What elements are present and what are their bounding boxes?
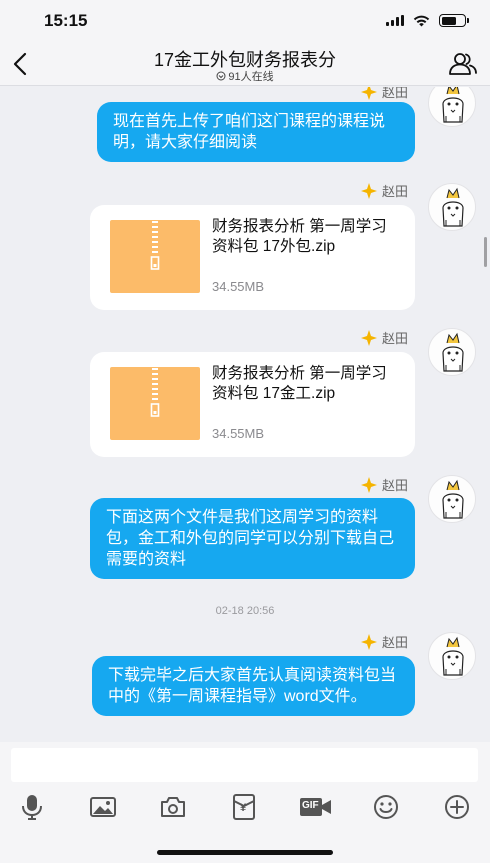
online-count: 91人在线 [0,68,490,84]
message-bubble[interactable]: 现在首先上传了咱们这门课程的课程说明，请大家仔细阅读 [97,102,415,162]
nav-bar: 17金工外包财务报表分 91人在线 [0,44,490,86]
online-count-text: 91人在线 [228,71,274,83]
zipper-icon [150,368,160,417]
sender: 赵田 [360,475,408,494]
file-message-bubble[interactable]: 财务报表分析 第一周学习资料包 17外包.zip 34.55MB [90,205,415,310]
file-size: 34.55MB [212,279,265,294]
more-button[interactable] [441,792,473,822]
crown-icon [360,182,377,199]
crown-icon [360,476,377,493]
avatar[interactable] [428,475,476,523]
sender: 赵田 [360,87,408,101]
message-bubble[interactable]: 下面这两个文件是我们这周学习的资料包，金工和外包的同学可以分别下载自己需要的资料 [90,498,415,579]
wifi-icon [413,15,430,26]
message-bubble[interactable]: 下载完毕之后大家首先认真阅读资料包当中的《第一周课程指导》word文件。 [92,656,415,716]
gif-button[interactable]: GIF [298,792,334,822]
sender-name: 赵田 [381,635,408,650]
avatar[interactable] [428,87,476,127]
zipper-icon [150,221,160,270]
zip-file-icon [110,220,200,293]
avatar[interactable] [428,328,476,376]
avatar[interactable] [428,632,476,680]
sender: 赵田 [360,328,408,347]
crown-icon [360,87,377,100]
message-input[interactable] [11,748,478,782]
image-icon [90,797,116,817]
camera-icon [161,797,185,817]
sender-name: 赵田 [381,478,408,493]
microphone-icon [22,795,42,820]
zip-file-icon [110,367,200,440]
file-name: 财务报表分析 第一周学习资料包 17金工.zip [212,365,387,402]
sender-name: 赵田 [381,87,408,100]
file-message-bubble[interactable]: 财务报表分析 第一周学习资料包 17金工.zip 34.55MB [90,352,415,457]
group-members-icon [449,53,477,75]
group-members-button[interactable] [446,48,480,80]
online-icon [216,71,226,81]
scrollbar[interactable] [484,237,487,267]
status-time: 15:15 [44,11,88,30]
gif-label: GIF [302,800,319,811]
battery-icon [439,14,469,27]
voice-button[interactable] [16,792,48,822]
image-button[interactable] [87,792,119,822]
input-area: ¥ GIF [0,742,490,863]
avatar-cartoon-icon [442,87,464,123]
crown-icon [360,633,377,650]
sender-name: 赵田 [381,184,408,199]
avatar-cartoon-icon [442,187,464,227]
red-packet-label: ¥ [240,802,247,814]
home-indicator[interactable] [157,850,333,855]
camera-button[interactable] [157,792,189,822]
avatar[interactable] [428,183,476,231]
plus-icon [445,795,469,819]
sender: 赵田 [360,632,408,651]
avatar-cartoon-icon [442,636,464,676]
timestamp: 02-18 20:56 [215,605,275,617]
emoji-icon [374,795,398,819]
sender: 赵田 [360,181,408,200]
file-name: 财务报表分析 第一周学习资料包 17外包.zip [212,218,387,255]
status-icons [386,14,469,27]
file-size: 34.55MB [212,426,265,441]
avatar-cartoon-icon [442,479,464,519]
avatar-cartoon-icon [442,332,464,372]
chat-message-list[interactable]: 赵田 现在首先上传了咱们这门课程的课程说明，请大家仔细阅读 赵田 财务报表分析 … [0,87,490,742]
red-packet-button[interactable]: ¥ [228,792,260,822]
crown-icon [360,329,377,346]
emoji-button[interactable] [370,792,402,822]
status-bar: 15:15 [0,0,490,44]
input-toolbar: ¥ GIF [0,792,490,822]
sender-name: 赵田 [381,331,408,346]
signal-icon [386,15,404,26]
